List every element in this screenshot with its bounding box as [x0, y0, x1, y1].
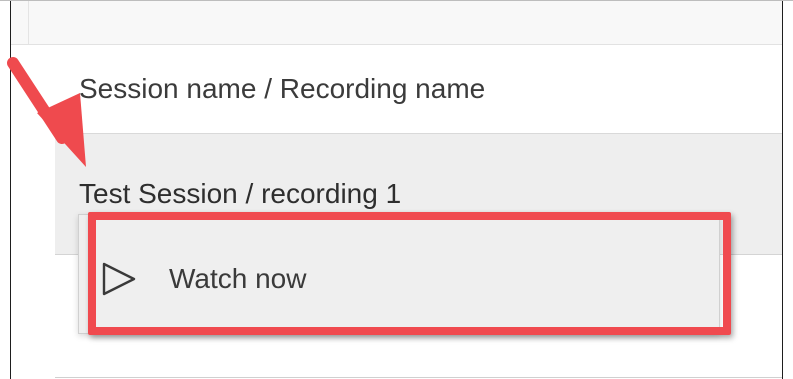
left-border: [10, 1, 11, 379]
table-row-divider: [55, 377, 782, 378]
recording-context-menu: Watch now: [78, 214, 720, 334]
watch-now-menu-item[interactable]: Watch now: [79, 235, 719, 323]
right-border: [782, 1, 783, 379]
recording-name-link[interactable]: Test Session / recording 1: [79, 178, 401, 210]
play-icon: [102, 262, 136, 296]
column-header-session-recording[interactable]: Session name / Recording name: [79, 73, 485, 105]
table-header-row: Session name / Recording name: [55, 45, 782, 134]
watch-now-label: Watch now: [169, 263, 307, 294]
table-top-band: [11, 1, 782, 45]
screenshot-frame: Session name / Recording name Test Sessi…: [0, 0, 793, 379]
column-divider: [28, 1, 29, 44]
